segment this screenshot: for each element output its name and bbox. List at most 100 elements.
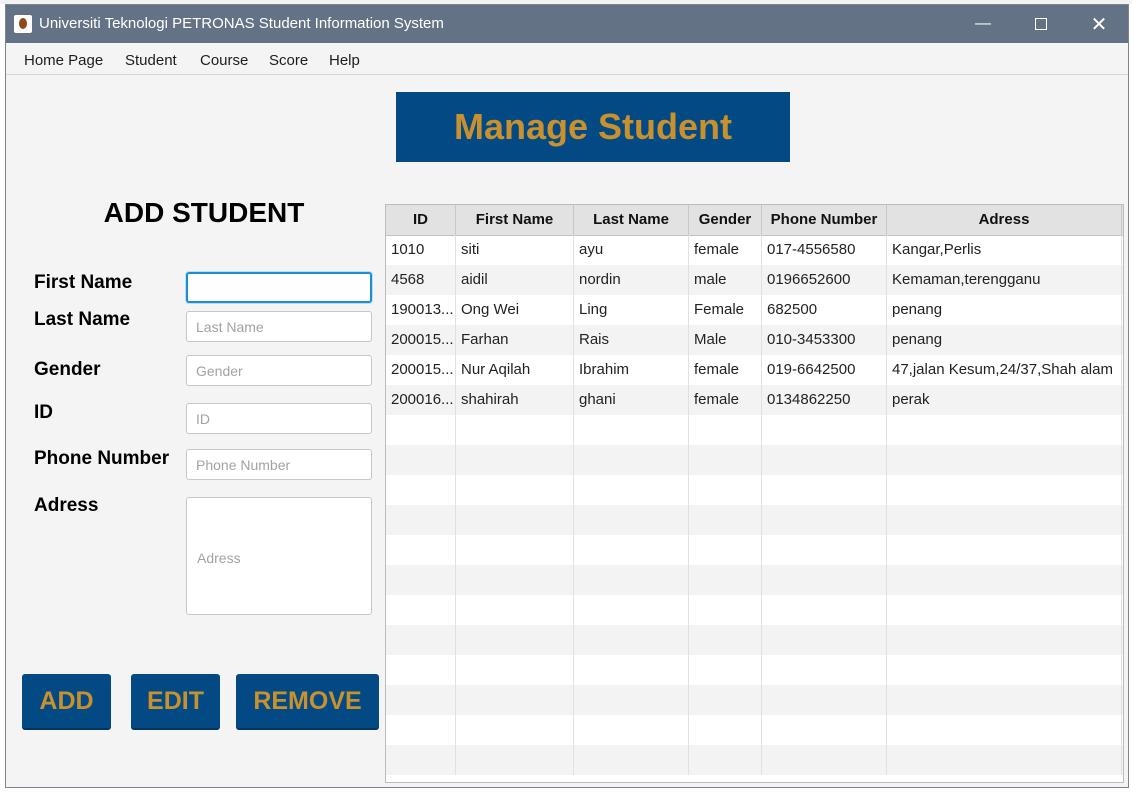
cell-id: 200015... <box>386 355 456 385</box>
empty-table-row <box>386 415 1123 445</box>
header-col-id[interactable]: ID <box>386 205 456 235</box>
header-col-phone-number[interactable]: Phone Number <box>762 205 887 235</box>
cell-phone-number: 017-4556580 <box>762 235 887 265</box>
cell-last-name <box>574 415 689 445</box>
empty-table-row <box>386 445 1123 475</box>
cell-first-name <box>456 565 574 595</box>
cell-phone-number <box>762 625 887 655</box>
student-table[interactable]: ID First Name Last Name Gender Phone Number A… <box>385 204 1124 783</box>
table-row[interactable]: 200015... Farhan Rais Male 010-3453300 penang <box>386 325 1123 355</box>
header-col-gender[interactable]: Gender <box>689 205 762 235</box>
cell-gender: Female <box>689 295 762 325</box>
cell-last-name <box>574 595 689 625</box>
first-name-label: First Name <box>34 272 133 293</box>
add-button[interactable]: ADD <box>22 674 111 728</box>
cell-address: Kemaman,terengganu <box>887 265 1122 295</box>
cell-gender <box>689 535 762 565</box>
cell-phone-number <box>762 565 887 595</box>
last-name-input[interactable] <box>186 311 372 342</box>
cell-address <box>887 685 1122 715</box>
header-col-last-name[interactable]: Last Name <box>574 205 689 235</box>
cell-gender <box>689 595 762 625</box>
id-label: ID <box>34 402 53 423</box>
cell-address <box>887 595 1122 625</box>
table-row[interactable]: 200015... Nur Aqilah Ibrahim female 019-6642… <box>386 355 1123 385</box>
cell-address: Kangar,Perlis <box>887 235 1122 265</box>
cell-last-name <box>574 655 689 685</box>
title-bar[interactable]: Universiti Teknologi PETRONAS Student In… <box>6 5 1128 43</box>
table-row[interactable]: 1010 siti ayu female 017-4556580 Kangar,Perli… <box>386 235 1123 265</box>
cell-address <box>887 565 1122 595</box>
cell-id: 200016... <box>386 385 456 415</box>
cell-phone-number: 019-6642500 <box>762 355 887 385</box>
cell-id <box>386 565 456 595</box>
cell-id <box>386 625 456 655</box>
cell-last-name: ayu <box>574 235 689 265</box>
table-row[interactable]: 190013... Ong Wei Ling Female 682500 penang <box>386 295 1123 325</box>
close-button[interactable]: ✕ <box>1070 5 1128 43</box>
cell-phone-number <box>762 745 887 775</box>
cell-first-name <box>456 625 574 655</box>
cell-id <box>386 655 456 685</box>
cell-last-name <box>574 745 689 775</box>
cell-first-name: shahirah <box>456 385 574 415</box>
cell-id <box>386 715 456 745</box>
cell-phone-number <box>762 595 887 625</box>
empty-table-row <box>386 505 1123 535</box>
id-input[interactable] <box>186 403 372 434</box>
maximize-button[interactable] <box>1012 5 1070 43</box>
empty-table-row <box>386 535 1123 565</box>
cell-gender: female <box>689 385 762 415</box>
cell-gender <box>689 655 762 685</box>
cell-address <box>887 655 1122 685</box>
cell-phone-number <box>762 685 887 715</box>
cell-id: 4568 <box>386 265 456 295</box>
cell-first-name <box>456 715 574 745</box>
cell-address <box>887 445 1122 475</box>
address-label: Adress <box>34 495 99 516</box>
empty-table-row <box>386 715 1123 745</box>
cell-last-name <box>574 625 689 655</box>
cell-gender <box>689 505 762 535</box>
cell-last-name: Rais <box>574 325 689 355</box>
cell-first-name <box>456 535 574 565</box>
gender-input[interactable] <box>186 355 372 386</box>
cell-gender <box>689 715 762 745</box>
cell-phone-number: 010-3453300 <box>762 325 887 355</box>
cell-phone-number <box>762 505 887 535</box>
cell-last-name <box>574 565 689 595</box>
cell-gender: Male <box>689 325 762 355</box>
cell-gender: female <box>689 235 762 265</box>
header-col-first-name[interactable]: First Name <box>456 205 574 235</box>
minimize-button[interactable]: — <box>954 5 1012 43</box>
cell-id <box>386 745 456 775</box>
header-col-address[interactable]: Adress <box>887 205 1122 235</box>
menu-student[interactable]: Student <box>125 52 177 69</box>
cell-address: penang <box>887 325 1122 355</box>
address-textarea[interactable]: Adress <box>186 497 372 615</box>
menu-home-page[interactable]: Home Page <box>24 52 103 69</box>
menu-help[interactable]: Help <box>329 52 360 69</box>
empty-table-row <box>386 745 1123 775</box>
cell-id <box>386 415 456 445</box>
table-row[interactable]: 200016... shahirah ghani female 0134862250 pe… <box>386 385 1123 415</box>
table-header: ID First Name Last Name Gender Phone Number A… <box>386 205 1123 236</box>
remove-button[interactable]: REMOVE <box>236 674 379 728</box>
empty-table-row <box>386 685 1123 715</box>
table-row[interactable]: 4568 aidil nordin male 0196652600 Kemaman,ter… <box>386 265 1123 295</box>
empty-table-row <box>386 565 1123 595</box>
cell-phone-number <box>762 445 887 475</box>
cell-last-name <box>574 685 689 715</box>
edit-button[interactable]: EDIT <box>131 674 220 728</box>
phone-number-input[interactable] <box>186 449 372 480</box>
cell-last-name: Ling <box>574 295 689 325</box>
empty-table-row <box>386 595 1123 625</box>
menu-score[interactable]: Score <box>269 52 308 69</box>
menu-course[interactable]: Course <box>200 52 248 69</box>
maximize-icon <box>1035 18 1047 30</box>
close-icon: ✕ <box>1090 13 1108 36</box>
cell-address <box>887 415 1122 445</box>
first-name-input[interactable] <box>186 272 372 303</box>
cell-phone-number <box>762 655 887 685</box>
cell-address <box>887 745 1122 775</box>
